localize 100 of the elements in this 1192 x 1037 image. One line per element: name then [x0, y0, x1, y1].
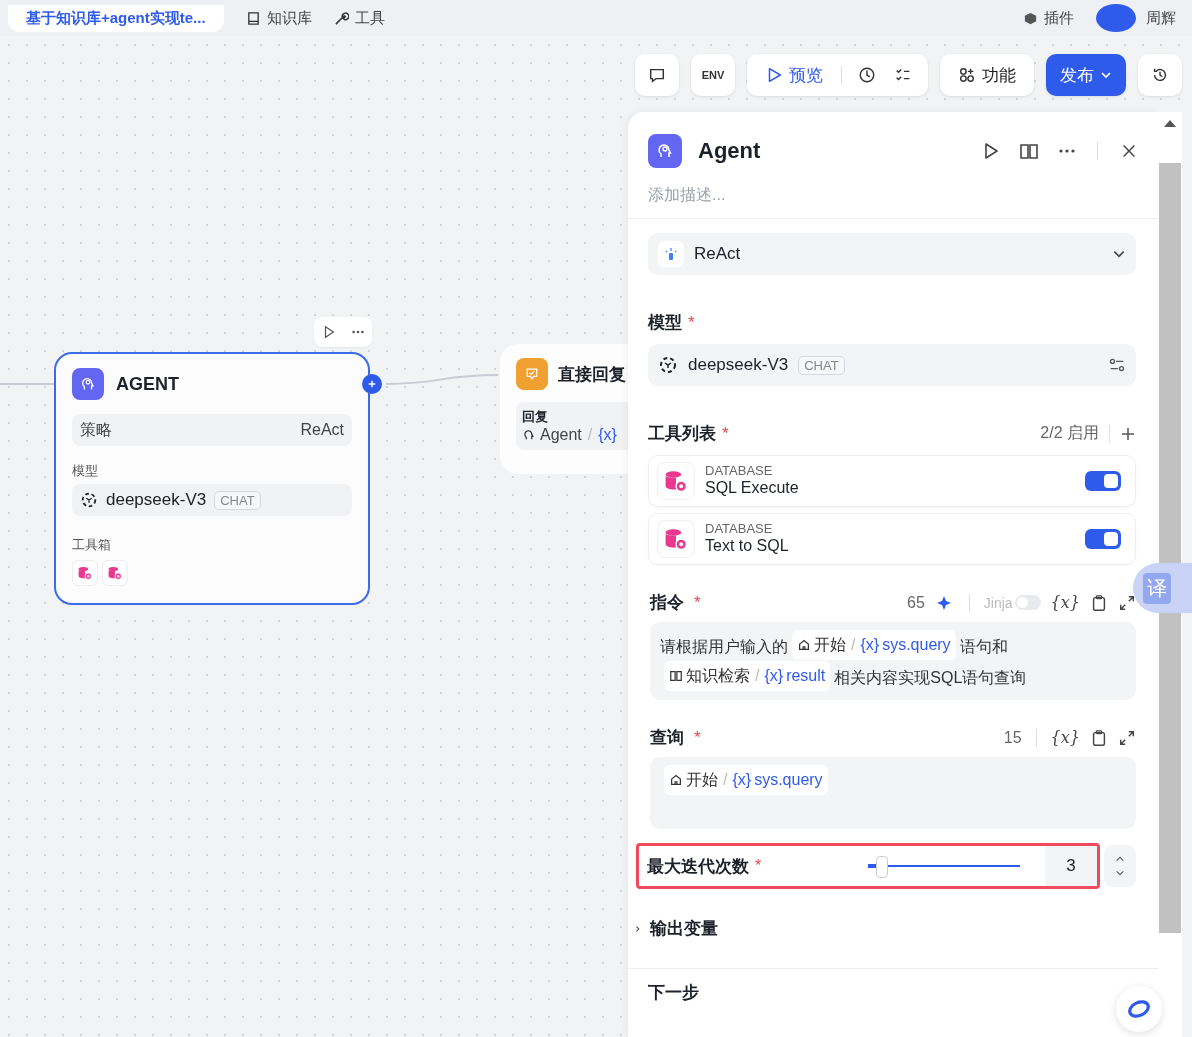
reply-node[interactable]: 直接回复 回复 Agent / {x}: [500, 344, 628, 474]
features-button[interactable]: 功能: [940, 54, 1034, 96]
strategy-icon: [658, 241, 684, 267]
reply-source: Agent: [540, 426, 582, 444]
home-icon: [797, 638, 811, 652]
max-iterations-label: 最大迭代次数: [647, 855, 749, 878]
clock-icon: [858, 66, 876, 84]
toggle-switch[interactable]: [1085, 471, 1121, 491]
strategy-select[interactable]: ReAct: [648, 233, 1136, 275]
insert-variable-button[interactable]: {x}: [1050, 728, 1080, 747]
apps-icon: [958, 66, 976, 84]
agent-node[interactable]: AGENT 策略 ReAct 模型 deepseek-V3 CHAT 工具箱: [54, 352, 370, 605]
character-count: 65: [907, 593, 925, 612]
chevron-up-icon[interactable]: [1115, 854, 1125, 864]
toggle-switch[interactable]: [1085, 529, 1121, 549]
output-section-toggle[interactable]: 输出变量: [634, 917, 734, 940]
instruction-label: 指令: [650, 592, 684, 614]
node-title: AGENT: [116, 373, 179, 395]
comment-button[interactable]: [635, 54, 679, 96]
history-button[interactable]: [1138, 54, 1182, 96]
query-label: 查询: [650, 727, 684, 749]
wrench-icon: [333, 10, 349, 26]
node-title: 直接回复: [558, 363, 626, 386]
instruction-text: 请根据用户输入的: [660, 638, 788, 655]
tool-category: DATABASE: [705, 464, 774, 480]
strategy-value: ReAct: [300, 421, 344, 439]
clipboard-icon[interactable]: [1090, 593, 1108, 612]
add-icon[interactable]: [1120, 425, 1136, 442]
settings-icon[interactable]: [1108, 356, 1126, 374]
insert-variable-button[interactable]: {x}: [1050, 593, 1080, 612]
plugins-tab[interactable]: 插件: [1023, 8, 1074, 28]
database-icon: [72, 560, 98, 586]
nav-tab[interactable]: 工具: [333, 8, 385, 28]
clipboard-icon[interactable]: [1090, 728, 1108, 747]
required-mark: *: [694, 727, 701, 748]
home-icon: [669, 773, 683, 787]
plus-icon: [367, 379, 377, 389]
chevron-down-icon: [1100, 69, 1112, 81]
tool-name: Text to SQL: [705, 537, 789, 556]
character-count: 15: [1003, 728, 1022, 747]
database-icon: [102, 560, 128, 586]
iterations-input[interactable]: 3: [1045, 846, 1097, 886]
tool-card[interactable]: DATABASE SQL Execute: [648, 455, 1136, 507]
agent-head-icon: [72, 368, 104, 400]
history-icon: [1151, 66, 1169, 84]
publish-button[interactable]: 发布: [1046, 54, 1126, 96]
add-node-button[interactable]: [362, 374, 382, 394]
tool-category: DATABASE: [705, 522, 774, 538]
nav-tab[interactable]: 知识库: [245, 8, 312, 28]
panel-title: Agent: [698, 138, 761, 164]
user-name[interactable]: 周辉: [1146, 8, 1176, 28]
model-icon: [658, 355, 678, 375]
required-mark: *: [694, 592, 701, 613]
variable-mark: {x}: [598, 426, 617, 444]
cube-icon: [1023, 10, 1038, 26]
jinja-label: Jinja: [983, 594, 1013, 611]
required-mark: *: [722, 423, 729, 444]
reply-label: 回复: [522, 408, 549, 426]
book-icon[interactable]: [1019, 141, 1039, 161]
expand-icon[interactable]: [1118, 593, 1136, 612]
instruction-text: 语句和: [959, 638, 1008, 655]
model-name: deepseek-V3: [106, 490, 207, 510]
model-select[interactable]: deepseek-V3 CHAT: [648, 344, 1136, 386]
expand-icon[interactable]: [1118, 728, 1136, 747]
required-mark: *: [755, 857, 762, 875]
tool-name: SQL Execute: [705, 479, 799, 498]
scroll-up-icon[interactable]: [1164, 120, 1176, 127]
book-icon: [669, 669, 683, 683]
variable-reference: 开始 / {x} sys.query: [792, 630, 956, 660]
chevron-right-icon: [634, 924, 642, 933]
instruction-text: 相关内容实现SQL语句查询: [834, 669, 1027, 686]
chevron-down-icon[interactable]: [1115, 868, 1125, 878]
agent-head-icon: [522, 428, 536, 442]
database-icon: [657, 462, 695, 500]
required-mark: *: [688, 312, 695, 333]
model-icon: [80, 491, 98, 509]
tools-label: 工具列表: [648, 423, 716, 445]
database-icon: [657, 520, 695, 558]
variable-reference: 开始 / {x} sys.query: [664, 765, 828, 795]
model-tag: CHAT: [798, 355, 845, 375]
slider-thumb[interactable]: [876, 856, 889, 878]
reply-icon: [516, 358, 548, 390]
toolbox-label: 工具箱: [72, 536, 112, 554]
variable-reference: 知识检索 / {x} result: [664, 661, 831, 691]
model-label: 模型: [648, 312, 682, 334]
close-icon[interactable]: [1120, 142, 1138, 160]
tools-count: 2/2 启用: [1040, 423, 1099, 443]
query-editor[interactable]: 开始 / {x} sys.query: [650, 757, 1136, 829]
workflow-title-button[interactable]: 基于知识库+agent实现te...: [8, 4, 224, 32]
instruction-editor[interactable]: 请根据用户输入的 开始 / {x} sys.query 语句和 知识检索 / {x} result 相关内容实现SQL语句查询: [650, 622, 1136, 700]
avatar-icon[interactable]: [1096, 4, 1136, 32]
strategy-label: 策略: [80, 419, 112, 440]
model-tag: CHAT: [214, 490, 261, 510]
next-step-label: 下一步: [648, 982, 700, 1004]
env-button[interactable]: ENV: [691, 54, 735, 96]
path-separator: /: [587, 426, 593, 444]
tool-card[interactable]: DATABASE Text to SQL: [648, 513, 1136, 565]
model-name: deepseek-V3: [688, 355, 789, 375]
agent-head-icon: [648, 134, 682, 168]
model-label: 模型: [72, 462, 99, 480]
